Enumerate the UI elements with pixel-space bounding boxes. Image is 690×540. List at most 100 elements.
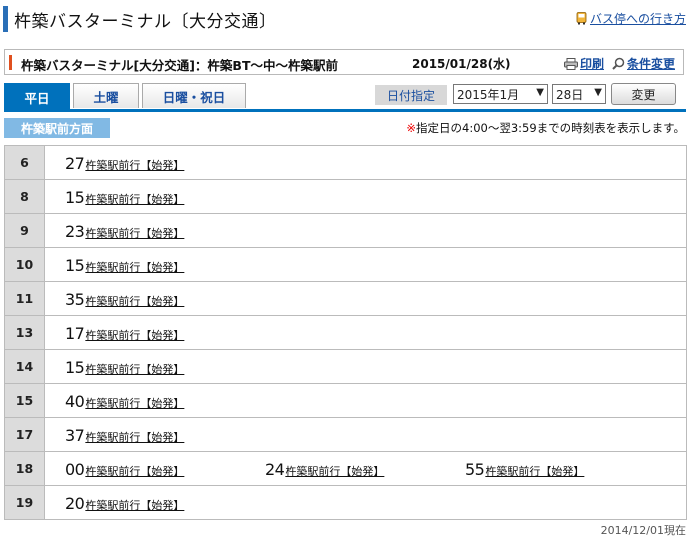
route-header: 杵築バスターミナル[大分交通]：杵築BT〜中〜杵築駅前 2015/01/28(水… (4, 49, 684, 75)
minutes-cell: 37 杵築駅前行【始発】 (45, 418, 686, 451)
day-select-value[interactable]: 28日 (556, 86, 583, 103)
departure-minute: 17 (65, 324, 85, 343)
print-label[interactable]: 印刷 (580, 55, 604, 72)
timetable-row: 19 20 杵築駅前行【始発】 (5, 486, 687, 520)
hour-cell: 18 (5, 452, 45, 485)
destination-link[interactable]: 杵築駅前行【始発】 (85, 225, 184, 241)
printer-icon (563, 57, 578, 70)
departure-entry[interactable]: 40 杵築駅前行【始発】 (65, 392, 184, 411)
directions-link[interactable]: バス停への行き方 (576, 10, 686, 27)
departure-entry[interactable]: 37 杵築駅前行【始発】 (65, 426, 184, 445)
minutes-cell: 27 杵築駅前行【始発】 (45, 146, 686, 179)
departure-minute: 55 (465, 460, 485, 479)
month-select-value[interactable]: 2015年1月 (457, 86, 519, 103)
hour-cell: 9 (5, 214, 45, 247)
destination-link[interactable]: 杵築駅前行【始発】 (485, 463, 584, 479)
timetable-row: 6 27 杵築駅前行【始発】 (5, 146, 687, 180)
timetable-row: 11 35 杵築駅前行【始発】 (5, 282, 687, 316)
tab-sunday-holiday[interactable]: 日曜・祝日 (142, 83, 246, 108)
departure-entry[interactable]: 20 杵築駅前行【始発】 (65, 494, 184, 513)
departure-entry[interactable]: 15 杵築駅前行【始発】 (65, 256, 184, 275)
departure-entry[interactable]: 35 杵築駅前行【始発】 (65, 290, 184, 309)
minutes-cell: 40 杵築駅前行【始発】 (45, 384, 686, 417)
notice: ※指定日の4:00〜翌3:59までの時刻表を表示します。 (406, 120, 685, 136)
departure-minute: 15 (65, 188, 85, 207)
minutes-cell: 15 杵築駅前行【始発】 (45, 350, 686, 383)
hour-cell: 6 (5, 146, 45, 179)
bus-icon (576, 12, 587, 25)
hour-cell: 10 (5, 248, 45, 281)
destination-link[interactable]: 杵築駅前行【始発】 (85, 395, 184, 411)
tab-underline (4, 109, 686, 112)
hour-cell: 14 (5, 350, 45, 383)
minutes-cell: 23 杵築駅前行【始発】 (45, 214, 686, 247)
day-select[interactable]: 28日 ▼ (552, 84, 606, 104)
condition-link[interactable]: 条件変更 (612, 55, 675, 72)
destination-link[interactable]: 杵築駅前行【始発】 (285, 463, 384, 479)
print-link[interactable]: 印刷 (563, 55, 604, 72)
date-label: 日付指定 (375, 85, 447, 105)
departure-entry[interactable]: 55 杵築駅前行【始発】 (465, 460, 584, 479)
destination-link[interactable]: 杵築駅前行【始発】 (85, 191, 184, 207)
hour-cell: 17 (5, 418, 45, 451)
departure-minute: 24 (265, 460, 285, 479)
route-label: 杵築バスターミナル[大分交通]：杵築BT〜中〜杵築駅前 (21, 58, 338, 73)
departure-minute: 40 (65, 392, 85, 411)
destination-link[interactable]: 杵築駅前行【始発】 (85, 429, 184, 445)
timetable-row: 8 15 杵築駅前行【始発】 (5, 180, 687, 214)
departure-minute: 15 (65, 358, 85, 377)
destination-link[interactable]: 杵築駅前行【始発】 (85, 463, 184, 479)
timetable-row: 10 15 杵築駅前行【始発】 (5, 248, 687, 282)
departure-entry[interactable]: 15 杵築駅前行【始発】 (65, 358, 184, 377)
day-tabs: 平日 土曜 日曜・祝日 (4, 83, 246, 110)
departure-entry[interactable]: 00 杵築駅前行【始発】 (65, 460, 184, 479)
departure-minute: 00 (65, 460, 85, 479)
route-date: 2015/01/28(水) (412, 57, 511, 71)
departure-minute: 37 (65, 426, 85, 445)
route-accent-bar (9, 55, 12, 70)
title-accent-bar (3, 6, 8, 32)
title-bar: 杵築バスターミナル〔大分交通〕 バス停への行き方 (0, 0, 690, 38)
minutes-cell: 20 杵築駅前行【始発】 (45, 486, 686, 519)
departure-minute: 35 (65, 290, 85, 309)
destination-link[interactable]: 杵築駅前行【始発】 (85, 259, 184, 275)
hour-cell: 19 (5, 486, 45, 519)
timetable-row: 18 00 杵築駅前行【始発】 24 杵築駅前行【始発】 55 杵築駅前行【始発】 (5, 452, 687, 486)
departure-minute: 20 (65, 494, 85, 513)
condition-label[interactable]: 条件変更 (627, 55, 675, 72)
destination-link[interactable]: 杵築駅前行【始発】 (85, 327, 184, 343)
destination-link[interactable]: 杵築駅前行【始発】 (85, 497, 184, 513)
hour-cell: 8 (5, 180, 45, 213)
change-button[interactable]: 変更 (611, 83, 676, 105)
departure-entry[interactable]: 24 杵築駅前行【始発】 (265, 460, 384, 479)
minutes-cell: 15 杵築駅前行【始発】 (45, 180, 686, 213)
route-actions: 印刷 条件変更 (563, 55, 675, 72)
notice-text: 指定日の4:00〜翌3:59までの時刻表を表示します。 (416, 121, 685, 135)
departure-entry[interactable]: 23 杵築駅前行【始発】 (65, 222, 184, 241)
notice-mark: ※ (406, 121, 416, 135)
departure-entry[interactable]: 17 杵築駅前行【始発】 (65, 324, 184, 343)
destination-link[interactable]: 杵築駅前行【始発】 (85, 293, 184, 309)
departure-minute: 23 (65, 222, 85, 241)
timetable-row: 15 40 杵築駅前行【始発】 (5, 384, 687, 418)
hour-cell: 15 (5, 384, 45, 417)
chevron-down-icon: ▼ (594, 87, 602, 98)
timetable-row: 9 23 杵築駅前行【始発】 (5, 214, 687, 248)
departure-entry[interactable]: 15 杵築駅前行【始発】 (65, 188, 184, 207)
directions-link-label[interactable]: バス停への行き方 (590, 10, 686, 27)
page-title: 杵築バスターミナル〔大分交通〕 (14, 12, 277, 32)
minutes-cell: 15 杵築駅前行【始発】 (45, 248, 686, 281)
footer-date: 2014/12/01現在 (600, 524, 686, 537)
timetable-row: 13 17 杵築駅前行【始発】 (5, 316, 687, 350)
hour-cell: 11 (5, 282, 45, 315)
month-select[interactable]: 2015年1月 ▼ (453, 84, 548, 104)
destination-link[interactable]: 杵築駅前行【始発】 (85, 157, 184, 173)
destination-link[interactable]: 杵築駅前行【始発】 (85, 361, 184, 377)
departure-minute: 27 (65, 154, 85, 173)
timetable-row: 17 37 杵築駅前行【始発】 (5, 418, 687, 452)
departure-entry[interactable]: 27 杵築駅前行【始発】 (65, 154, 184, 173)
departure-minute: 15 (65, 256, 85, 275)
tab-saturday[interactable]: 土曜 (73, 83, 139, 108)
tab-weekday[interactable]: 平日 (4, 83, 70, 110)
minutes-cell: 35 杵築駅前行【始発】 (45, 282, 686, 315)
